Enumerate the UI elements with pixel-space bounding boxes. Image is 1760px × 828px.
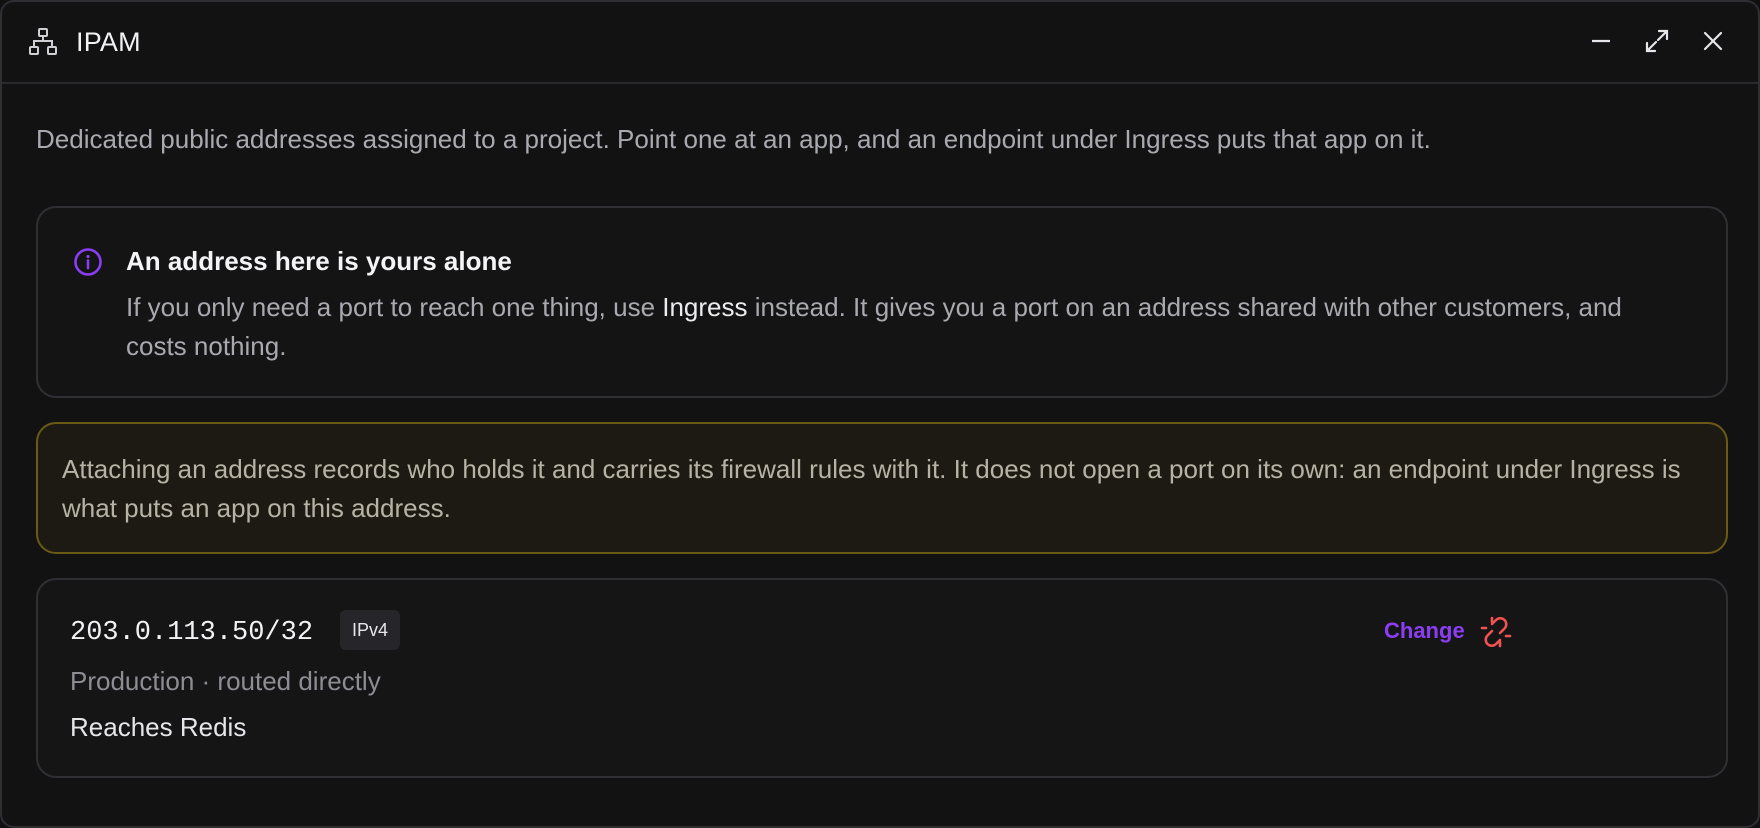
info-callout: An address here is yours alone If you on… <box>36 206 1728 398</box>
change-button[interactable]: Change <box>1384 618 1465 644</box>
info-title: An address here is yours alone <box>126 246 512 276</box>
info-body: If you only need a port to reach one thi… <box>126 288 1686 366</box>
title-bar: IPAM <box>2 2 1758 84</box>
ipam-window: IPAM Dedicated public addresses assigned… <box>0 0 1760 828</box>
sitemap-icon <box>26 25 60 59</box>
warning-callout: Attaching an address records who holds i… <box>36 422 1728 554</box>
maximize-icon[interactable] <box>1640 24 1674 58</box>
unlink-icon[interactable] <box>1476 612 1516 652</box>
window-controls <box>1584 24 1730 58</box>
content: Dedicated public addresses assigned to a… <box>36 84 1728 826</box>
ip-version-badge: IPv4 <box>340 610 401 650</box>
ingress-link[interactable]: Ingress <box>662 292 747 322</box>
address-target: Reaches Redis <box>70 712 247 742</box>
address-card: 203.0.113.50/32 IPv4 Production · routed… <box>36 578 1728 778</box>
warning-body: Attaching an address records who holds i… <box>62 454 1681 523</box>
window-title: IPAM <box>76 26 141 57</box>
close-icon[interactable] <box>1696 24 1730 58</box>
address-meta: Production · routed directly <box>70 666 381 696</box>
info-body-text: If you only need a port to reach one thi… <box>126 292 663 322</box>
address-value: 203.0.113.50/32 <box>70 618 314 648</box>
minimize-icon[interactable] <box>1584 24 1618 58</box>
page-description: Dedicated public addresses assigned to a… <box>36 124 1431 154</box>
info-icon <box>72 246 104 278</box>
